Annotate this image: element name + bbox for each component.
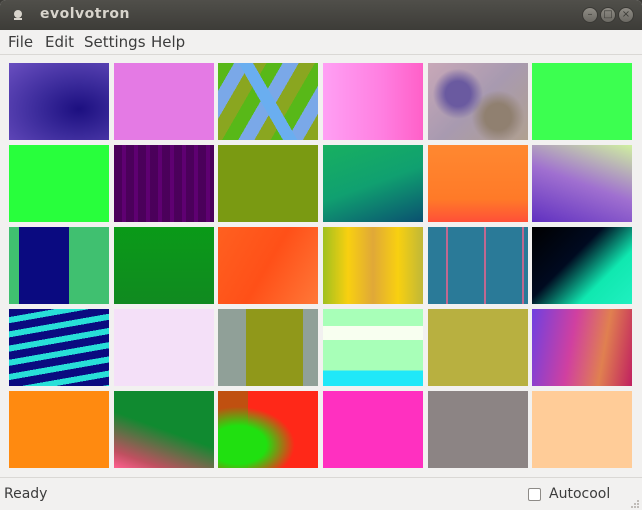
image-tile[interactable]	[323, 309, 423, 386]
image-tile[interactable]	[114, 63, 214, 140]
menu-bar: File Edit Settings Help	[0, 30, 642, 54]
resize-grip-icon[interactable]	[630, 499, 640, 509]
menu-file[interactable]: File	[8, 33, 33, 51]
image-tile[interactable]	[428, 145, 528, 222]
image-tile[interactable]	[428, 391, 528, 468]
image-tile[interactable]	[532, 145, 632, 222]
window-title: evolvotron	[40, 6, 130, 22]
image-tile[interactable]	[532, 227, 632, 304]
image-tile[interactable]	[9, 309, 109, 386]
app-window: evolvotron – □ × File Edit Settings Help	[0, 0, 642, 510]
image-tile[interactable]	[323, 63, 423, 140]
image-tile[interactable]	[114, 391, 214, 468]
image-tile[interactable]	[532, 63, 632, 140]
image-tile[interactable]	[9, 391, 109, 468]
title-bar[interactable]: evolvotron – □ ×	[0, 0, 642, 30]
status-text: Ready	[4, 486, 48, 502]
maximize-icon[interactable]: □	[600, 7, 616, 23]
image-tile[interactable]	[532, 309, 632, 386]
image-tile[interactable]	[218, 227, 318, 304]
image-tile[interactable]	[218, 145, 318, 222]
image-tile[interactable]	[428, 63, 528, 140]
image-tile[interactable]	[323, 391, 423, 468]
image-tile[interactable]	[218, 391, 318, 468]
status-bar: Ready Autocool	[0, 477, 642, 510]
image-tile[interactable]	[218, 309, 318, 386]
menu-help[interactable]: Help	[151, 33, 185, 51]
image-tile[interactable]	[428, 227, 528, 304]
image-tile[interactable]	[428, 309, 528, 386]
autocool-label[interactable]: Autocool	[549, 486, 610, 502]
image-tile[interactable]	[9, 145, 109, 222]
app-icon	[14, 10, 22, 20]
image-grid	[0, 54, 642, 477]
image-tile[interactable]	[114, 227, 214, 304]
image-tile[interactable]	[9, 63, 109, 140]
minimize-icon[interactable]: –	[582, 7, 598, 23]
image-tile[interactable]	[323, 145, 423, 222]
image-tile[interactable]	[114, 309, 214, 386]
image-tile[interactable]	[323, 227, 423, 304]
menu-settings[interactable]: Settings	[84, 33, 146, 51]
image-tile[interactable]	[114, 145, 214, 222]
autocool-checkbox[interactable]	[528, 488, 541, 501]
image-tile[interactable]	[218, 63, 318, 140]
image-tile[interactable]	[532, 391, 632, 468]
close-icon[interactable]: ×	[618, 7, 634, 23]
image-tile[interactable]	[9, 227, 109, 304]
menu-edit[interactable]: Edit	[45, 33, 74, 51]
